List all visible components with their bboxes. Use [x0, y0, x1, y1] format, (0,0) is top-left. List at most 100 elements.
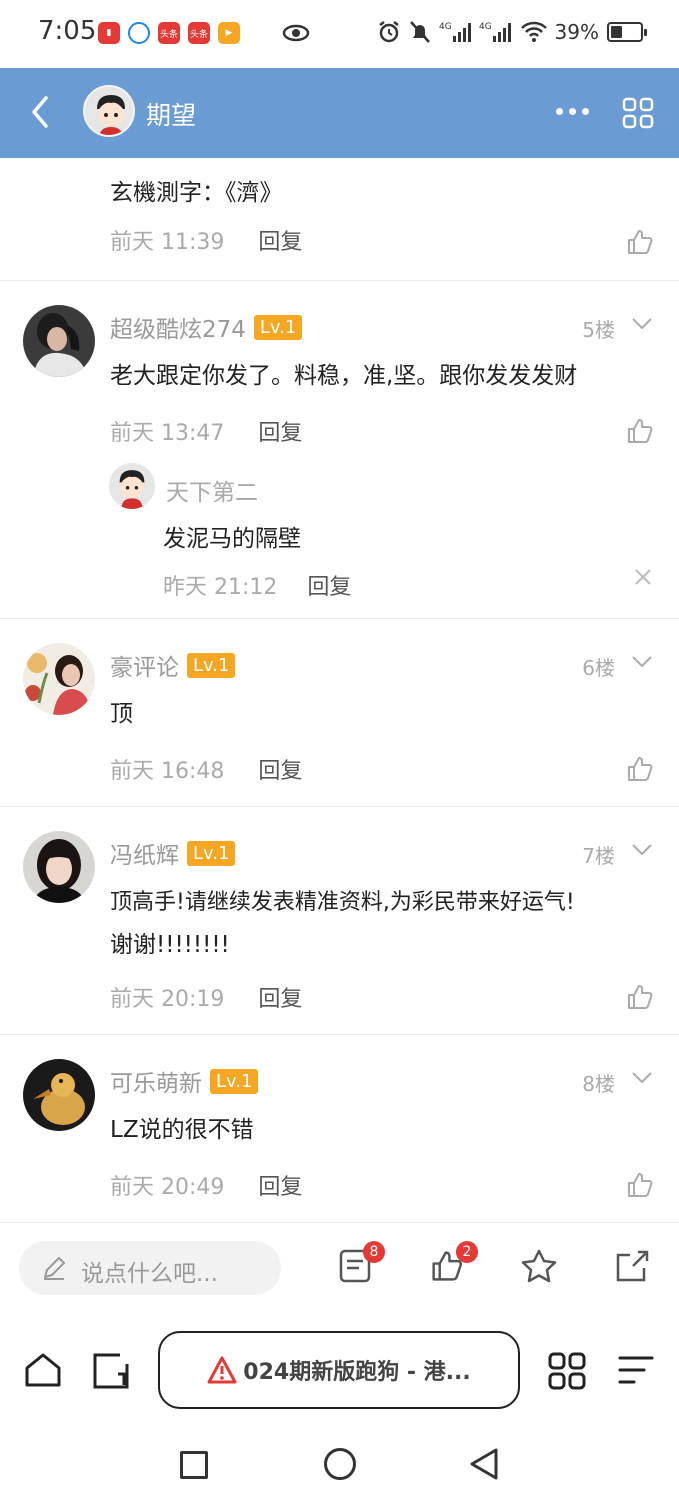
comment-text: 玄機測字：《濟》	[110, 180, 283, 206]
reply-button[interactable]: 回复	[258, 415, 302, 447]
username-text[interactable]: 冯纸辉	[110, 836, 179, 870]
username-text[interactable]: 超级酷炫274	[110, 310, 246, 344]
comment-count-badge: 8	[363, 1241, 385, 1263]
avatar[interactable]	[83, 85, 135, 137]
chevron-down-icon[interactable]	[631, 317, 653, 331]
toutiao-notification-icon: 头条	[158, 22, 180, 44]
comment-time: 前天 16:48	[110, 759, 225, 784]
username-text[interactable]: 可乐萌新	[110, 1064, 202, 1098]
reply-time: 昨天 21:12	[163, 575, 278, 600]
user-photo-icon	[23, 305, 95, 377]
like-icon[interactable]	[626, 417, 654, 445]
share-icon[interactable]	[614, 1249, 650, 1283]
chevron-down-icon[interactable]	[631, 843, 653, 857]
floor-number: 5楼	[582, 318, 615, 342]
url-text: 024期新版跑狗 - 港...	[243, 1360, 471, 1385]
system-nav-bar	[0, 1426, 679, 1500]
status-bar: 7:05 ▮ 头条 头条 ▶ 4G 4G 39%	[0, 0, 679, 68]
comment-time: 前天 20:19	[110, 987, 225, 1012]
user-photo-icon	[23, 643, 95, 715]
like-count-badge: 2	[456, 1241, 478, 1263]
svg-text:4G: 4G	[439, 22, 452, 32]
address-bar[interactable]: 024期新版跑狗 - 港...	[158, 1331, 520, 1409]
comments-button[interactable]: 8	[339, 1241, 385, 1287]
comment-text: 顶高手!请继续发表精准资料,为彩民带来好运气! 谢谢!!!!!!!!	[110, 881, 670, 967]
comment-item: 豪评论 Lv.1 6楼 顶 前天 16:48 回复	[0, 618, 679, 806]
eye-icon	[282, 24, 310, 42]
chevron-down-icon[interactable]	[631, 655, 653, 669]
comment-text: 顶	[110, 701, 133, 727]
like-icon[interactable]	[626, 755, 654, 783]
wifi-icon	[520, 21, 547, 42]
status-time: 7:05	[38, 16, 97, 46]
grid-menu-icon[interactable]	[622, 97, 654, 129]
username-text[interactable]: 豪评论	[110, 648, 179, 682]
more-options-icon[interactable]	[556, 108, 589, 115]
battery-icon	[607, 22, 647, 42]
reply-button[interactable]: 回复	[258, 1169, 302, 1201]
reply-text: 发泥马的隔壁	[163, 526, 301, 552]
comment-input[interactable]: 说点什么吧...	[19, 1241, 281, 1295]
battery-percent: 39%	[554, 20, 599, 44]
cartoon-avatar-icon	[85, 87, 133, 135]
comment-time: 前天 11:39	[110, 230, 225, 255]
user-photo-icon	[23, 831, 95, 903]
browser-notification-icon	[128, 22, 150, 44]
username[interactable]: 豪评论 Lv.1	[110, 648, 236, 682]
input-placeholder: 说点什么吧...	[81, 1261, 218, 1287]
close-icon[interactable]	[633, 567, 653, 587]
mute-icon	[409, 21, 430, 43]
like-icon[interactable]	[626, 1171, 654, 1199]
thread-title: 期望	[146, 101, 197, 130]
back-arrow-icon[interactable]	[28, 94, 52, 130]
avatar[interactable]	[23, 831, 95, 903]
menu-icon[interactable]	[618, 1354, 654, 1386]
comment-item: 冯纸辉 Lv.1 7楼 顶高手!请继续发表精准资料,为彩民带来好运气! 谢谢!!…	[0, 806, 679, 1034]
like-icon[interactable]	[626, 983, 654, 1011]
duck-photo-icon	[23, 1059, 95, 1131]
avatar[interactable]	[109, 463, 155, 509]
recent-apps-button[interactable]	[180, 1451, 208, 1479]
chevron-down-icon[interactable]	[631, 1071, 653, 1085]
username[interactable]: 可乐萌新 Lv.1	[110, 1064, 259, 1098]
comment-meta: 前天 20:49 回复	[110, 1169, 302, 1201]
comment-action-bar: 说点什么吧... 8 2	[0, 1222, 679, 1314]
cartoon-avatar-icon	[109, 463, 155, 509]
like-icon[interactable]	[626, 228, 654, 256]
apps-grid-icon[interactable]	[548, 1352, 586, 1390]
level-badge: Lv.1	[210, 1068, 259, 1094]
reply-username[interactable]: 天下第二	[166, 473, 258, 507]
comment-meta: 前天 11:39 回复	[110, 224, 302, 256]
floor-number: 7楼	[582, 844, 615, 868]
svg-text:4G: 4G	[479, 22, 492, 32]
reply-meta: 昨天 21:12 回复	[163, 569, 351, 601]
comment-text: LZ说的很不错	[110, 1117, 254, 1143]
comment-time: 前天 20:49	[110, 1175, 225, 1200]
pencil-icon	[44, 1257, 65, 1280]
comment-text-line: 顶高手!请继续发表精准资料,为彩民带来好运气!	[110, 890, 575, 915]
username[interactable]: 冯纸辉 Lv.1	[110, 836, 236, 870]
home-icon[interactable]	[24, 1352, 62, 1388]
avatar[interactable]	[23, 643, 95, 715]
video-notification-icon: ▶	[218, 22, 240, 44]
tabs-icon[interactable]	[92, 1352, 132, 1390]
toutiao-notification-icon: 头条	[188, 22, 210, 44]
reply-button[interactable]: 回复	[258, 224, 302, 256]
level-badge: Lv.1	[187, 652, 236, 678]
floor-number: 6楼	[582, 656, 615, 680]
home-button[interactable]	[324, 1448, 356, 1480]
reply-button[interactable]: 回复	[307, 569, 351, 601]
notification-icons: ▮ 头条 头条 ▶	[98, 22, 240, 44]
comment-text-line: 谢谢!!!!!!!!	[110, 932, 230, 958]
star-icon[interactable]	[521, 1249, 557, 1283]
status-right: 4G 4G 39%	[377, 20, 647, 44]
back-triangle-icon[interactable]	[468, 1447, 500, 1481]
like-button[interactable]: 2	[430, 1241, 478, 1287]
avatar[interactable]	[23, 305, 95, 377]
signal-icon: 4G	[479, 22, 511, 42]
comment-meta: 前天 20:19 回复	[110, 981, 302, 1013]
reply-button[interactable]: 回复	[258, 981, 302, 1013]
avatar[interactable]	[23, 1059, 95, 1131]
reply-button[interactable]: 回复	[258, 753, 302, 785]
username[interactable]: 超级酷炫274 Lv.1	[110, 310, 303, 344]
